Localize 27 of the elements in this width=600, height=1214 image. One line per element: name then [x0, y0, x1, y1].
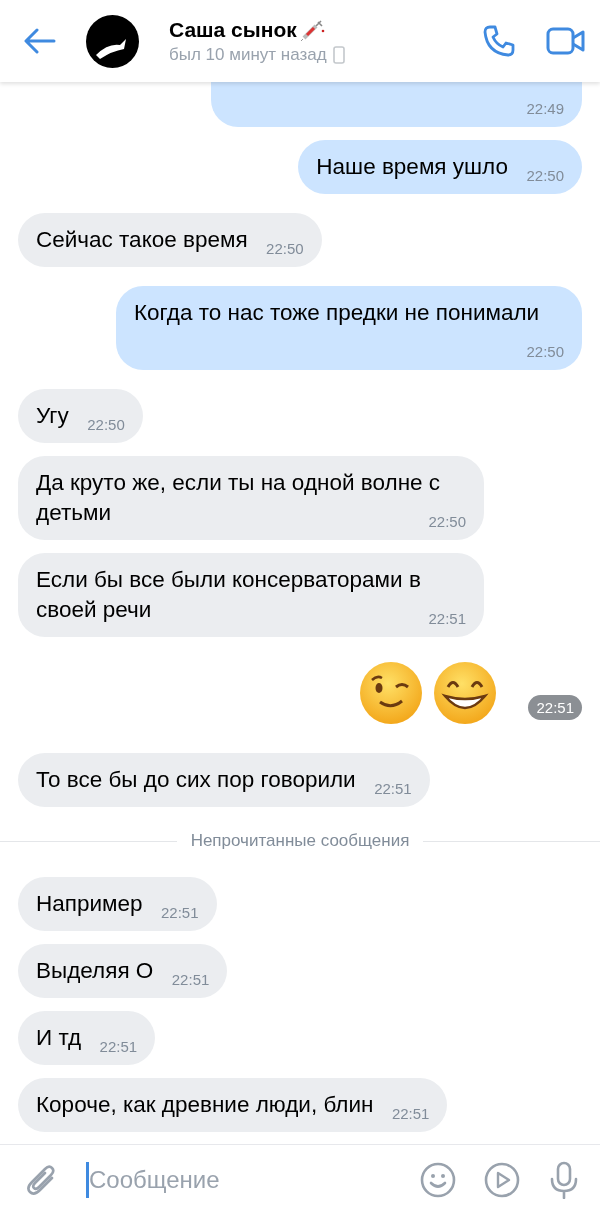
wink-emoji-icon — [358, 660, 425, 726]
message-input[interactable]: Сообщение — [86, 1161, 420, 1198]
video-call-icon[interactable] — [546, 26, 586, 56]
smiley-icon[interactable] — [420, 1161, 456, 1198]
microphone-icon[interactable] — [548, 1160, 580, 1199]
back-arrow-icon[interactable] — [24, 28, 56, 54]
message-bubble[interactable]: Наше время ушло 22:50 — [298, 140, 582, 194]
play-icon[interactable] — [484, 1161, 520, 1198]
message-bubble[interactable]: Короче, как древние люди, блин 22:51 — [18, 1078, 448, 1132]
message-bubble[interactable]: Угу 22:50 — [18, 389, 143, 443]
last-seen-status: был 10 минут назад — [169, 44, 327, 65]
phone-device-icon — [332, 45, 345, 64]
message-bubble[interactable]: Если бы все были консерваторами в своей речи 22:51 — [18, 553, 484, 637]
message-bubble[interactable]: Да круто же, если ты на одной волне с детьми 22:50 — [18, 456, 484, 540]
message-time: 22:51 — [528, 695, 582, 720]
unread-messages-divider: Непрочитанные сообщения — [190, 831, 410, 851]
avatar[interactable] — [86, 14, 139, 68]
message-bubble[interactable]: Сейчас такое время 22:50 — [18, 213, 322, 267]
call-icon[interactable] — [482, 24, 516, 58]
contact-name: Саша сынок — [169, 17, 297, 42]
message-bubble[interactable]: То все бы до сих пор говорили 22:51 — [18, 753, 430, 807]
message-bubble[interactable]: Когда то нас тоже предки не понимали 22:50 — [116, 286, 582, 370]
message-bubble[interactable]: Выделяя О 22:51 — [18, 944, 228, 998]
grinning-emoji-icon — [432, 660, 499, 726]
message-bubble[interactable]: И тд 22:51 — [18, 1011, 156, 1065]
syringe-icon — [300, 18, 325, 41]
message-bubble[interactable]: Например 22:51 — [18, 877, 217, 931]
